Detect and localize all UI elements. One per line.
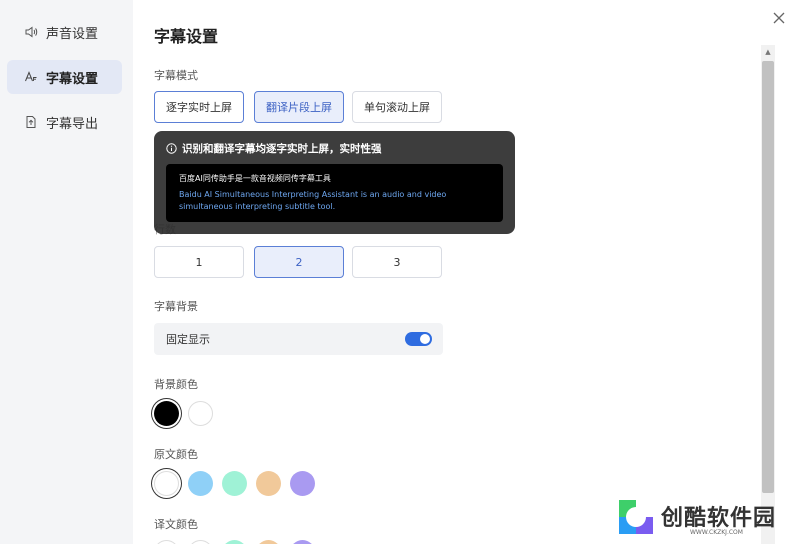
info-icon — [166, 143, 177, 154]
vertical-scrollbar[interactable]: ▲ — [761, 45, 775, 544]
fixed-display-row: 固定显示 — [154, 323, 443, 355]
export-icon — [24, 115, 38, 129]
sidebar-item-subtitle-export[interactable]: 字幕导出 — [7, 105, 122, 139]
source-color-swatch-blue[interactable] — [188, 471, 213, 496]
translation-color-label: 译文颜色 — [154, 518, 198, 531]
fixed-display-label: 固定显示 — [166, 333, 210, 346]
rows-option-2[interactable]: 2 — [254, 246, 344, 278]
scroll-thumb[interactable] — [762, 61, 774, 493]
source-color-label: 原文颜色 — [154, 448, 198, 461]
text-style-icon — [24, 70, 38, 84]
bg-color-swatch-black[interactable] — [154, 401, 179, 426]
close-icon — [773, 12, 785, 24]
sidebar: 声音设置 字幕设置 字幕导出 — [0, 0, 133, 544]
source-color-swatch-mint[interactable] — [222, 471, 247, 496]
translation-color-swatch-white[interactable] — [154, 540, 179, 544]
watermark-logo-icon — [616, 497, 656, 537]
source-color-swatch-white[interactable] — [154, 471, 179, 496]
sidebar-item-label: 字幕设置 — [46, 71, 99, 87]
rows-option-1[interactable]: 1 — [154, 246, 244, 278]
source-color-swatch-purple[interactable] — [290, 471, 315, 496]
page-title: 字幕设置 — [154, 27, 219, 46]
preview-source-text: 百度AI同传助手是一款音视频同传字幕工具 — [179, 174, 331, 183]
translation-color-swatch-peach[interactable] — [256, 540, 281, 544]
close-button[interactable] — [769, 8, 789, 28]
translation-color-swatch-mint[interactable] — [222, 540, 247, 544]
mode-option-sentence-scroll[interactable]: 单句滚动上屏 — [352, 91, 442, 123]
fixed-display-toggle[interactable] — [405, 332, 432, 346]
source-color-swatch-peach[interactable] — [256, 471, 281, 496]
tooltip-title: 识别和翻译字幕均逐字实时上屏，实时性强 — [182, 143, 382, 155]
sidebar-item-sound-settings[interactable]: 声音设置 — [7, 15, 122, 49]
subtitle-preview: 百度AI同传助手是一款音视频同传字幕工具 Baidu AI Simultaneo… — [166, 164, 503, 222]
tooltip-header: 识别和翻译字幕均逐字实时上屏，实时性强 — [166, 141, 382, 156]
mode-option-segment[interactable]: 翻译片段上屏 — [254, 91, 344, 123]
translation-color-swatch-white-2[interactable] — [188, 540, 213, 544]
sidebar-item-subtitle-settings[interactable]: 字幕设置 — [7, 60, 122, 94]
main-panel: 字幕设置 字幕模式 逐字实时上屏 翻译片段上屏 单句滚动上屏 行数 1 2 3 … — [133, 0, 800, 544]
toggle-knob — [420, 334, 430, 344]
watermark: 创酷软件园 WWW.CKZKJ.COM — [612, 492, 800, 544]
preview-translation-text: Baidu AI Simultaneous Interpreting Assis… — [179, 190, 447, 212]
translation-color-swatch-purple[interactable] — [290, 540, 315, 544]
bg-color-swatch-white[interactable] — [188, 401, 213, 426]
subtitle-mode-label: 字幕模式 — [154, 69, 198, 82]
mode-option-word-by-word[interactable]: 逐字实时上屏 — [154, 91, 244, 123]
speaker-icon — [24, 25, 38, 39]
subtitle-background-label: 字幕背景 — [154, 300, 198, 313]
mode-tooltip: 识别和翻译字幕均逐字实时上屏，实时性强 百度AI同传助手是一款音视频同传字幕工具… — [154, 131, 515, 234]
scroll-up-arrow-icon[interactable]: ▲ — [761, 45, 775, 59]
watermark-name: 创酷软件园 — [661, 506, 777, 531]
subtitle-settings-window: 声音设置 字幕设置 字幕导出 字幕设置 字幕模式 逐字实时上屏 翻译片段上屏 单… — [0, 0, 800, 544]
rows-option-3[interactable]: 3 — [352, 246, 442, 278]
sidebar-item-label: 声音设置 — [46, 26, 99, 42]
background-color-label: 背景颜色 — [154, 378, 198, 391]
sidebar-item-label: 字幕导出 — [46, 116, 99, 132]
watermark-url: WWW.CKZKJ.COM — [690, 529, 743, 536]
